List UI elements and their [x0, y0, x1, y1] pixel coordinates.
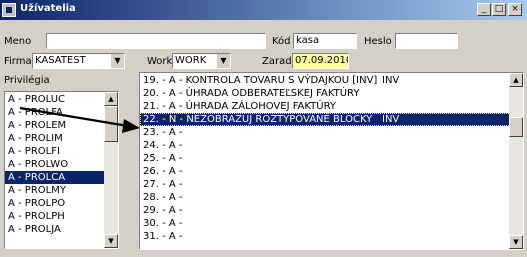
annotation-arrow-icon [19, 106, 140, 133]
